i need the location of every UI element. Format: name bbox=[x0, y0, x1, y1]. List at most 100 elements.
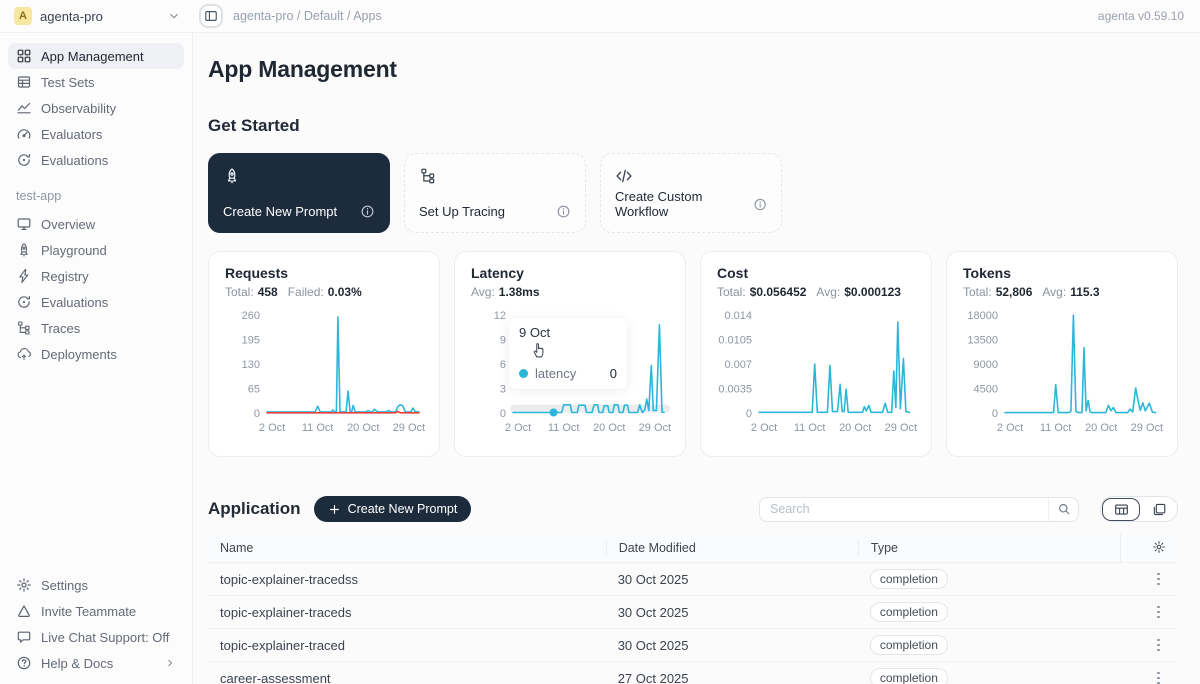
create-new-prompt-button[interactable]: Create New Prompt bbox=[314, 496, 472, 522]
application-heading-row: Application Create New Prompt bbox=[208, 496, 1178, 522]
line-chart-icon bbox=[16, 100, 32, 116]
sidebar-item-app-management[interactable]: App Management bbox=[8, 43, 184, 69]
svg-text:2 Oct: 2 Oct bbox=[505, 422, 531, 434]
cloud-upload-icon bbox=[16, 346, 32, 362]
svg-text:0: 0 bbox=[992, 408, 998, 420]
tree-icon bbox=[16, 320, 32, 336]
svg-text:0.007: 0.007 bbox=[724, 359, 752, 371]
table-row[interactable]: career-assessment 27 Oct 2025 completion bbox=[208, 662, 1178, 684]
topbar: A agenta-pro agenta-pro / Default / Apps… bbox=[0, 0, 1200, 33]
requests-chart[interactable]: 2601951306502 Oct11 Oct20 Oct29 Oct bbox=[225, 305, 425, 435]
app-type: completion bbox=[858, 569, 1120, 589]
row-menu-button[interactable] bbox=[1151, 668, 1166, 684]
sidebar-item-overview[interactable]: Overview bbox=[8, 211, 184, 237]
column-settings[interactable] bbox=[1120, 534, 1178, 562]
breadcrumb[interactable]: agenta-pro / Default / Apps bbox=[233, 9, 382, 23]
question-circle-icon bbox=[16, 655, 32, 671]
metric-title: Latency bbox=[471, 265, 669, 281]
tokens-chart[interactable]: 18000135009000450002 Oct11 Oct20 Oct29 O… bbox=[963, 305, 1163, 435]
type-badge: completion bbox=[870, 569, 948, 589]
sidebar-item-invite-teammate[interactable]: Invite Teammate bbox=[8, 598, 184, 624]
sidebar-item-label: Invite Teammate bbox=[41, 604, 136, 619]
sidebar-item-label: Test Sets bbox=[41, 75, 94, 90]
cursor-pointer-icon bbox=[531, 341, 617, 363]
info-icon[interactable] bbox=[556, 204, 571, 219]
app-name: topic-explainer-traced bbox=[208, 638, 606, 653]
column-header-date-modified[interactable]: Date Modified bbox=[606, 541, 858, 555]
table-row[interactable]: topic-explainer-traceds 30 Oct 2025 comp… bbox=[208, 596, 1178, 629]
type-badge: completion bbox=[870, 635, 948, 655]
cost-chart[interactable]: 0.0140.01050.0070.003502 Oct11 Oct20 Oct… bbox=[717, 305, 917, 435]
workspace-avatar: A bbox=[14, 7, 32, 25]
info-icon[interactable] bbox=[360, 204, 375, 219]
metric-title: Requests bbox=[225, 265, 423, 281]
svg-text:0: 0 bbox=[500, 408, 506, 420]
table-view-button[interactable] bbox=[1102, 498, 1140, 521]
stat: Avg:$0.000123 bbox=[816, 285, 901, 299]
sidebar-item-help-docs[interactable]: Help & Docs bbox=[8, 650, 184, 676]
table-row[interactable]: topic-explainer-traced 30 Oct 2025 compl… bbox=[208, 629, 1178, 662]
app-date-modified: 30 Oct 2025 bbox=[606, 605, 858, 620]
sidebar-item-label: Help & Docs bbox=[41, 656, 113, 671]
sidebar-item-playground[interactable]: Playground bbox=[8, 237, 184, 263]
sidebar-item-label: Evaluations bbox=[41, 153, 108, 168]
get-started-cards: Create New Prompt Set Up Tracing Create … bbox=[208, 153, 1178, 233]
svg-text:260: 260 bbox=[242, 310, 260, 322]
sidebar-item-registry[interactable]: Registry bbox=[8, 263, 184, 289]
column-header-name[interactable]: Name bbox=[208, 541, 606, 555]
app-name: career-assessment bbox=[208, 671, 606, 684]
sidebar-item-evaluations[interactable]: Evaluations bbox=[8, 147, 184, 173]
chevron-right-icon bbox=[164, 657, 176, 669]
svg-text:2 Oct: 2 Oct bbox=[751, 422, 777, 434]
tooltip-date: 9 Oct bbox=[519, 325, 617, 340]
create-new-prompt-card[interactable]: Create New Prompt bbox=[208, 153, 390, 233]
sidebar-item-settings[interactable]: Settings bbox=[8, 572, 184, 598]
sidebar-item-label: Registry bbox=[41, 269, 89, 284]
workspace-selector[interactable]: A agenta-pro bbox=[0, 7, 193, 25]
app-type: completion bbox=[858, 602, 1120, 622]
table-row[interactable]: topic-explainer-tracedss 30 Oct 2025 com… bbox=[208, 563, 1178, 596]
column-header-type[interactable]: Type bbox=[858, 541, 1120, 555]
sidebar-item-evaluators[interactable]: Evaluators bbox=[8, 121, 184, 147]
svg-text:9: 9 bbox=[500, 335, 506, 347]
sidebar-item-live-chat[interactable]: Live Chat Support: Off bbox=[8, 624, 184, 650]
info-icon[interactable] bbox=[753, 197, 767, 212]
chevron-down-icon bbox=[167, 9, 181, 23]
svg-text:0.0035: 0.0035 bbox=[718, 384, 752, 396]
svg-text:130: 130 bbox=[242, 359, 260, 371]
search-icon[interactable] bbox=[1048, 498, 1078, 521]
search-input[interactable] bbox=[760, 498, 1048, 521]
create-custom-workflow-card[interactable]: Create Custom Workflow bbox=[600, 153, 782, 233]
metric-card-requests: RequestsTotal:458Failed:0.03%26019513065… bbox=[208, 251, 440, 457]
sidebar-item-test-sets[interactable]: Test Sets bbox=[8, 69, 184, 95]
sidebar-footer: Settings Invite Teammate Live Chat Suppo… bbox=[0, 572, 192, 684]
sidebar: App Management Test Sets Observability E… bbox=[0, 33, 193, 684]
row-menu-button[interactable] bbox=[1151, 569, 1166, 590]
invite-icon bbox=[16, 603, 32, 619]
sidebar-toggle-button[interactable] bbox=[199, 4, 223, 28]
tracing-icon bbox=[419, 167, 437, 185]
rocket-icon bbox=[223, 167, 241, 185]
set-up-tracing-card[interactable]: Set Up Tracing bbox=[404, 153, 586, 233]
table-header: Name Date Modified Type bbox=[208, 534, 1178, 563]
search-box bbox=[759, 497, 1079, 522]
svg-text:2 Oct: 2 Oct bbox=[997, 422, 1023, 434]
row-menu-button[interactable] bbox=[1151, 635, 1166, 656]
lightning-icon bbox=[16, 268, 32, 284]
main-content: App Management Get Started Create New Pr… bbox=[193, 33, 1200, 684]
svg-text:29 Oct: 29 Oct bbox=[885, 422, 917, 434]
card-view-button[interactable] bbox=[1141, 497, 1177, 521]
sidebar-item-label: Settings bbox=[41, 578, 88, 593]
sidebar-item-deployments[interactable]: Deployments bbox=[8, 341, 184, 367]
sidebar-item-observability[interactable]: Observability bbox=[8, 95, 184, 121]
app-root: A agenta-pro agenta-pro / Default / Apps… bbox=[0, 0, 1200, 684]
metric-stats: Avg:1.38ms bbox=[471, 285, 669, 299]
svg-text:9000: 9000 bbox=[974, 359, 998, 371]
card-label: Set Up Tracing bbox=[419, 204, 505, 219]
sidebar-item-evaluations-project[interactable]: Evaluations bbox=[8, 289, 184, 315]
svg-text:18000: 18000 bbox=[967, 310, 998, 322]
row-menu-button[interactable] bbox=[1151, 602, 1166, 623]
svg-text:13500: 13500 bbox=[967, 335, 998, 347]
sidebar-item-traces[interactable]: Traces bbox=[8, 315, 184, 341]
metric-stats: Total:$0.056452Avg:$0.000123 bbox=[717, 285, 915, 299]
